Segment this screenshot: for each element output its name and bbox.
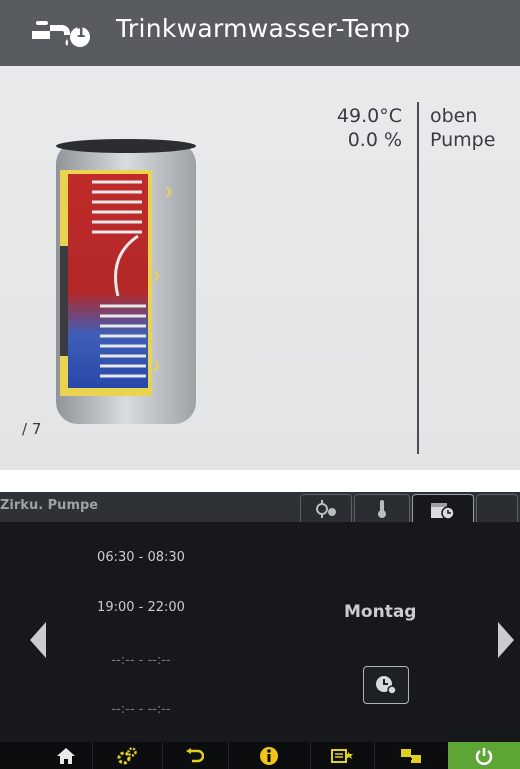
schedule-panel: 06:30 - 08:30 19:00 - 22:00 --:-- - --:-… [0, 522, 520, 742]
notes-button[interactable] [310, 742, 375, 769]
readout-value: 0.0 % [347, 129, 402, 151]
thermometer-icon [378, 500, 386, 518]
readout-label: Pumpe [430, 129, 496, 151]
transfer-button[interactable] [374, 742, 449, 769]
info-button[interactable] [228, 742, 311, 769]
info-icon [260, 746, 278, 765]
screen-header: 1 Trinkwarmwasser-Temp [0, 0, 520, 66]
day-label: Montag [344, 602, 417, 622]
photo-separator [0, 470, 520, 492]
clock-settings-icon [376, 676, 397, 695]
page-title: Trinkwarmwasser-Temp [116, 14, 411, 43]
notes-icon [331, 748, 353, 763]
settings-icon [117, 746, 137, 764]
tab-pump[interactable] [300, 494, 352, 523]
readout-value: 49.0°C [336, 105, 402, 127]
time-slot[interactable]: 06:30 - 08:30 [96, 550, 186, 565]
readout-list: 49.0°C oben 0.0 % Pumpe [300, 104, 520, 152]
previous-day-arrow[interactable] [30, 622, 46, 658]
readout-row: 0.0 % Pumpe [300, 128, 520, 152]
power-button[interactable] [448, 742, 520, 769]
calendar-clock-icon [431, 502, 455, 520]
tab-extra[interactable] [476, 494, 518, 523]
tab-bar: Zirku. Pumpe [0, 492, 520, 524]
back-icon [186, 747, 204, 762]
divider [417, 102, 419, 454]
pump-timer-screen: Zirku. Pumpe 06:30 - 08:30 19:00 - 22:00… [0, 492, 520, 769]
water-tank-illustration [56, 139, 196, 424]
tab-schedule[interactable] [412, 494, 474, 524]
bottom-navigation [0, 742, 520, 769]
circuit-number: 1 [76, 25, 86, 41]
copy-schedule-button[interactable] [363, 666, 409, 704]
tab-bar-label: Zirku. Pumpe [0, 498, 99, 513]
time-slot[interactable]: 19:00 - 22:00 [96, 600, 186, 615]
next-day-arrow[interactable] [498, 622, 514, 658]
time-slot[interactable]: --:-- - --:-- [96, 653, 186, 668]
home-icon [57, 747, 75, 764]
settings-button[interactable] [92, 742, 163, 769]
tab-temperature[interactable] [354, 494, 410, 523]
back-button[interactable] [162, 742, 229, 769]
transfer-icon [401, 748, 421, 763]
readout-row: 49.0°C oben [300, 104, 520, 128]
pump-icon [316, 500, 336, 518]
readout-label: oben [430, 105, 478, 127]
time-slot[interactable]: --:-- - --:-- [96, 702, 186, 717]
water-heater-screen: 1 Trinkwarmwasser-Temp 49.0°C oben 0.0 %… [0, 0, 520, 470]
home-button[interactable] [40, 742, 93, 769]
page-indicator: / 7 [22, 420, 42, 438]
power-icon [475, 747, 493, 765]
